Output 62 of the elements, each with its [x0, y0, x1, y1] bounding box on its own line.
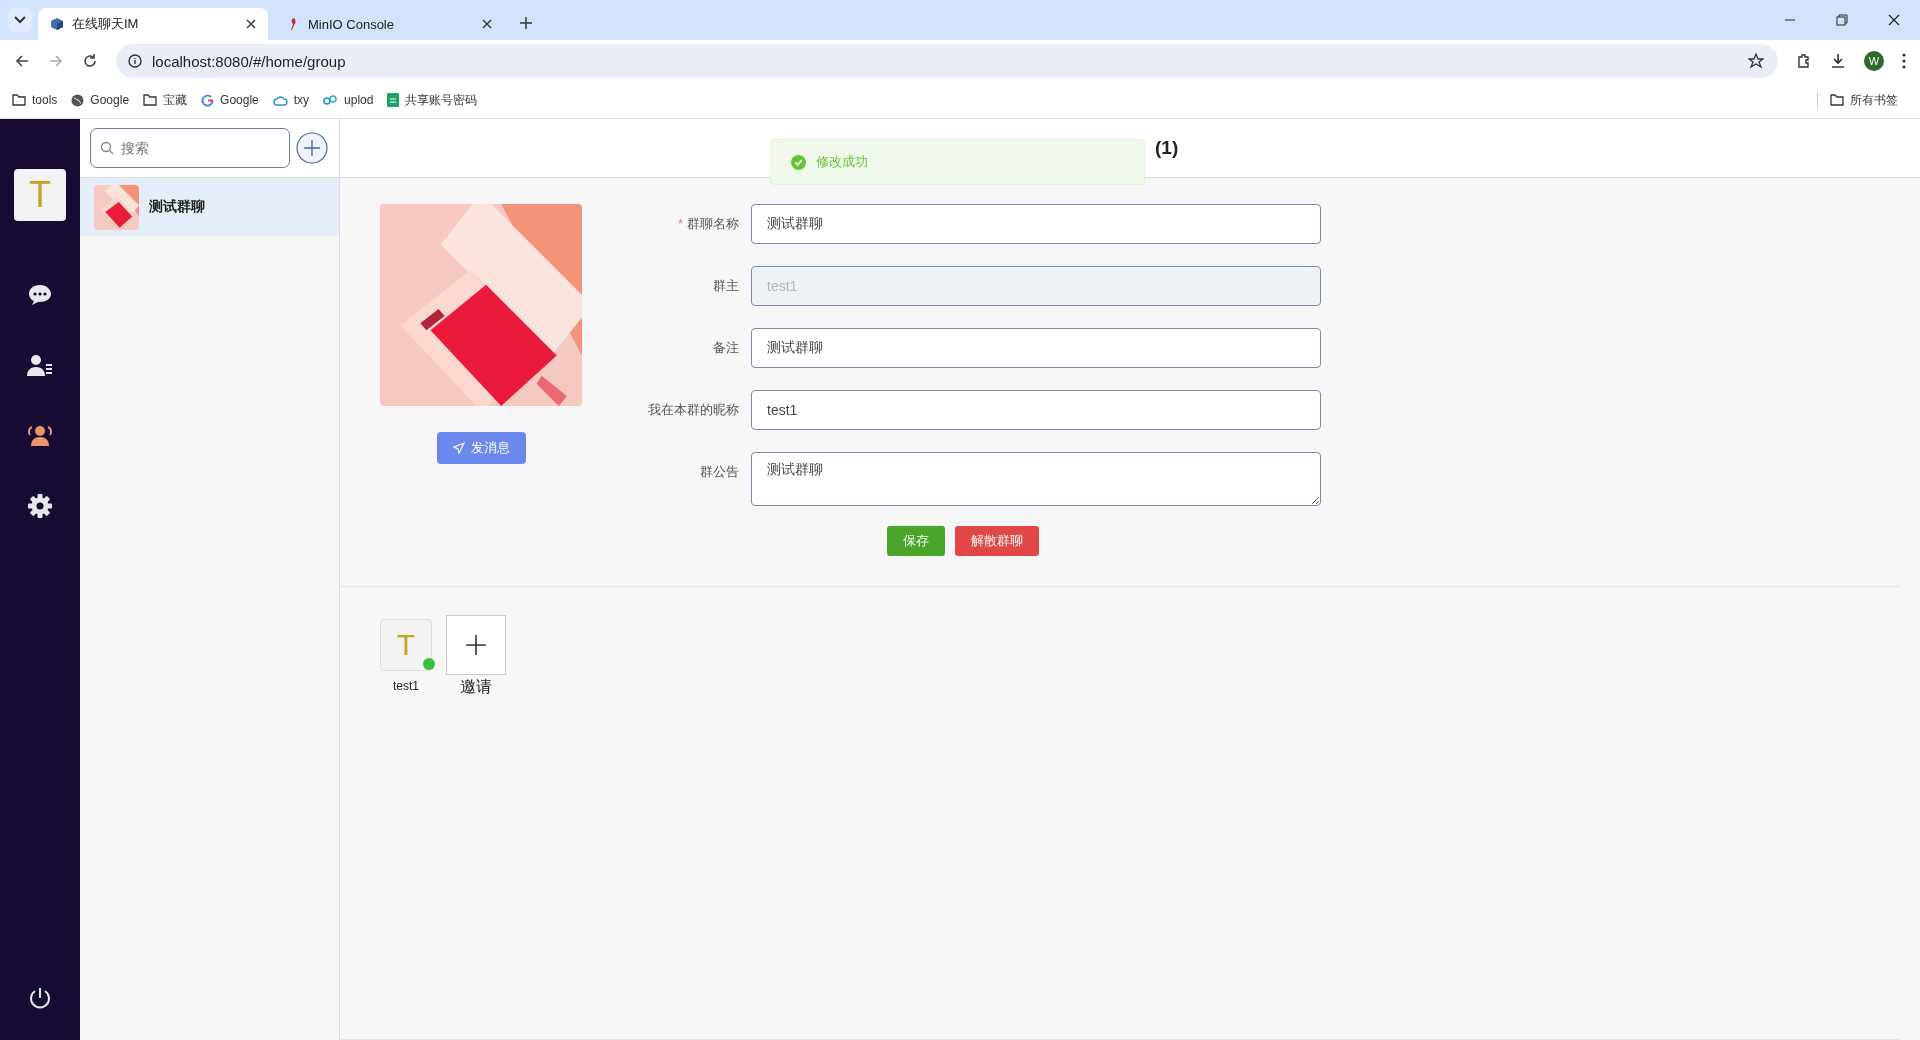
- close-icon[interactable]: [1888, 14, 1900, 26]
- text-field[interactable]: test1: [751, 390, 1321, 430]
- sheet-icon: [387, 93, 400, 107]
- tab-list-button[interactable]: [8, 8, 32, 32]
- close-icon[interactable]: [482, 19, 492, 29]
- text-area[interactable]: 测试群聊: [751, 452, 1321, 506]
- success-toast: 修改成功: [770, 139, 1145, 185]
- folder-icon: [1830, 94, 1844, 106]
- browser-tab[interactable]: 在线聊天IM: [38, 8, 268, 40]
- field-label: 群公告: [700, 464, 739, 479]
- new-tab-icon[interactable]: [520, 17, 532, 29]
- browser-tab[interactable]: MinIO Console: [274, 8, 504, 40]
- chevron-icon: [14, 16, 26, 24]
- send-icon: [452, 442, 465, 454]
- info-icon: [128, 54, 142, 68]
- field-label: 备注: [713, 340, 739, 355]
- chat-icon[interactable]: [27, 283, 53, 307]
- globe-icon: [71, 93, 85, 107]
- reload-icon[interactable]: [82, 53, 98, 69]
- all-bookmarks[interactable]: 所有书签: [1817, 91, 1898, 109]
- menu-icon[interactable]: [1902, 53, 1906, 69]
- search-field[interactable]: 搜索: [90, 128, 290, 168]
- contact-list-icon[interactable]: [26, 353, 54, 377]
- plus-icon: [465, 634, 487, 656]
- invite-label: 邀请: [460, 677, 492, 697]
- bookmark[interactable]: 宝藏: [143, 91, 188, 109]
- cube-icon: [50, 17, 64, 31]
- bookmark[interactable]: txy: [272, 93, 310, 107]
- bookmark[interactable]: Google: [201, 93, 259, 107]
- group-icon[interactable]: [26, 423, 54, 447]
- extension-icon[interactable]: [1796, 53, 1812, 69]
- bookmark[interactable]: 共享账号密码: [387, 91, 478, 109]
- group-title: (1): [1155, 137, 1179, 159]
- member-name: test1: [393, 679, 419, 693]
- invite-button[interactable]: [446, 615, 506, 675]
- profile-avatar[interactable]: W: [1864, 51, 1884, 71]
- text-field[interactable]: 测试群聊: [751, 328, 1321, 368]
- g-logo-icon: [201, 93, 215, 107]
- star-icon[interactable]: [1748, 53, 1764, 69]
- dissolve-button[interactable]: 解散群聊: [955, 526, 1039, 556]
- bookmark[interactable]: Google: [71, 93, 130, 107]
- cloud-icon: [272, 94, 288, 106]
- search-icon: [100, 141, 114, 155]
- folder-icon: [12, 94, 26, 106]
- bookmark[interactable]: uplod: [323, 93, 374, 107]
- restore-icon[interactable]: [1836, 14, 1848, 26]
- folder-icon: [143, 94, 158, 106]
- field-label: 群主: [713, 278, 739, 293]
- text-field[interactable]: 测试群聊: [751, 204, 1321, 244]
- link-icon: [323, 94, 339, 106]
- group-list-item[interactable]: 测试群聊: [80, 178, 339, 236]
- back-icon[interactable]: [14, 53, 30, 69]
- add-button[interactable]: [296, 132, 328, 164]
- close-icon[interactable]: [246, 19, 256, 29]
- field-label: 我在本群的昵称: [648, 402, 739, 417]
- check-circle-icon: [791, 154, 806, 170]
- bookmark[interactable]: tools: [12, 93, 58, 107]
- required-mark: *: [677, 216, 683, 231]
- field-label: 群聊名称: [687, 216, 739, 231]
- address-bar[interactable]: localhost:8080/#/home/group: [116, 44, 1778, 78]
- download-icon[interactable]: [1830, 53, 1846, 69]
- power-icon[interactable]: [28, 986, 52, 1010]
